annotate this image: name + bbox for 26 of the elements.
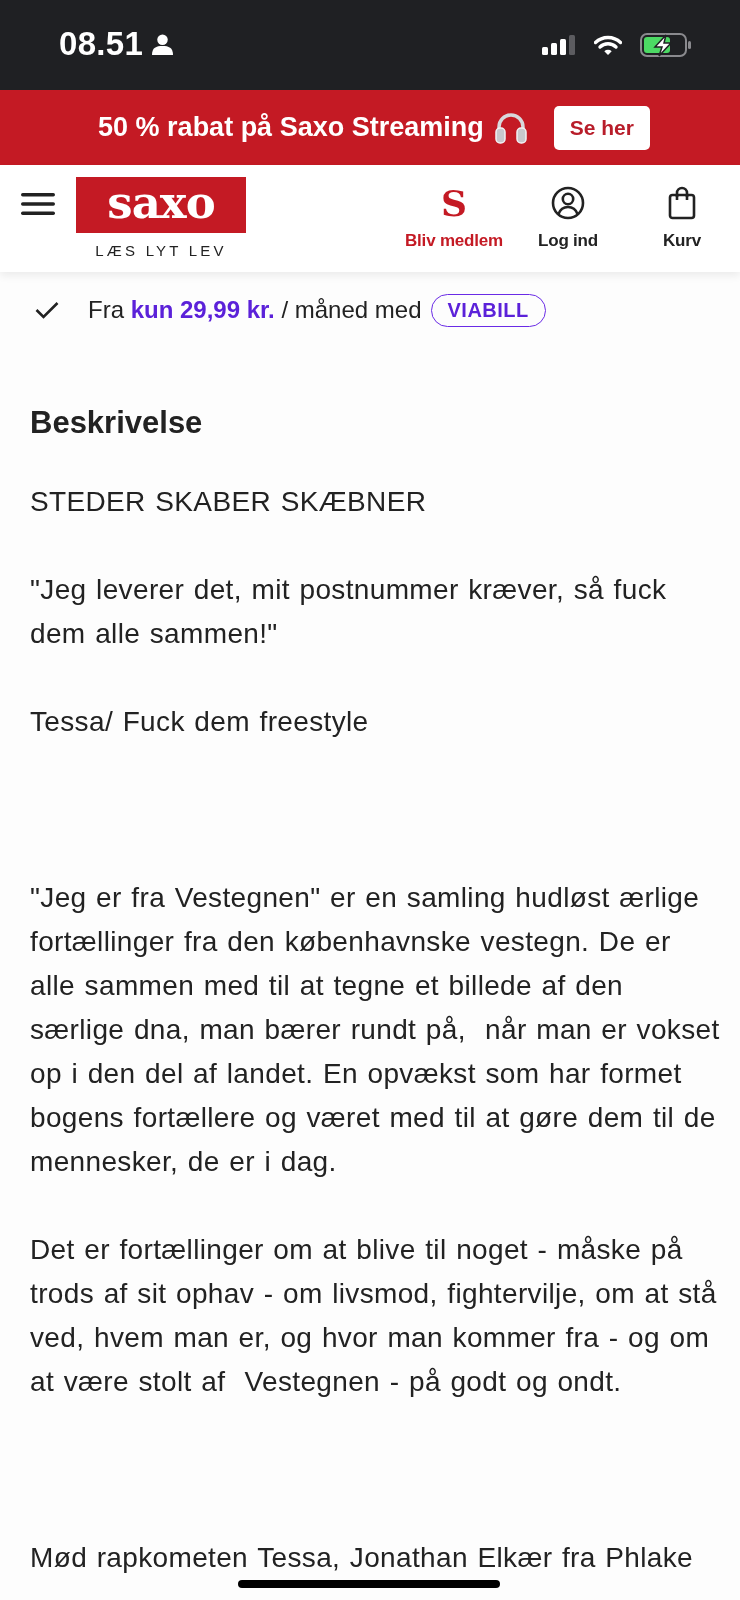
login-button[interactable]: Log ind — [511, 185, 625, 251]
saxo-logo[interactable]: saxo — [76, 177, 246, 233]
headphones-icon — [493, 110, 528, 145]
description-paragraph: STEDER SKABER SKÆBNER — [30, 485, 428, 519]
section-heading: Beskrivelse — [30, 405, 204, 441]
wifi-icon — [594, 34, 622, 56]
user-circle-icon — [551, 186, 585, 220]
join-member-button[interactable]: S Bliv medlem — [397, 185, 511, 251]
member-logo: S — [441, 185, 467, 221]
see-here-button[interactable]: Se her — [553, 105, 650, 150]
person-icon — [152, 33, 174, 55]
description-paragraph: Det er fortællinger om at blive til noget - måske på trods af sit ophav - om livsmod, fightervilje, om at stå ved, hvem man er, og hvor man kommer fra - og om at være stolt af Vestegnen - på godt og ondt. — [30, 1233, 718, 1399]
shopping-bag-icon — [668, 186, 696, 220]
cart-button[interactable]: Kurv — [625, 185, 739, 251]
description-paragraph: Tessa/ Fuck dem freestyle — [30, 705, 370, 739]
battery-charging-icon — [640, 33, 692, 57]
menu-icon[interactable] — [21, 192, 55, 216]
description-paragraph: "Jeg er fra Vestegnen" er en samling hudløst ærlige fortællinger fra den københavnske vestegn. De er alle sammen med til at tegne et billede af den særlige dna, man bærer rundt på, når man er vokset op i den del af landet. En opvækst som har formet bogens fortællere og været med til at gøre dem til de mennesker, de er i dag. — [30, 881, 720, 1179]
clock-time: 08.51 — [59, 25, 144, 63]
description-paragraph: Mød rapkometen Tessa, Jonathan Elkær fra Phlake — [30, 1541, 695, 1575]
signal-icon — [542, 35, 576, 55]
payment-note: Fra kun 29,99 kr. / måned med — [88, 296, 422, 324]
check-icon — [35, 301, 59, 319]
logo-tagline: LÆS LYT LEV — [95, 242, 227, 259]
promo-text: 50 % rabat på Saxo Streaming — [98, 112, 484, 143]
description-paragraph: "Jeg leverer det, mit postnummer kræver, så fuck dem alle sammen!" — [30, 573, 668, 651]
